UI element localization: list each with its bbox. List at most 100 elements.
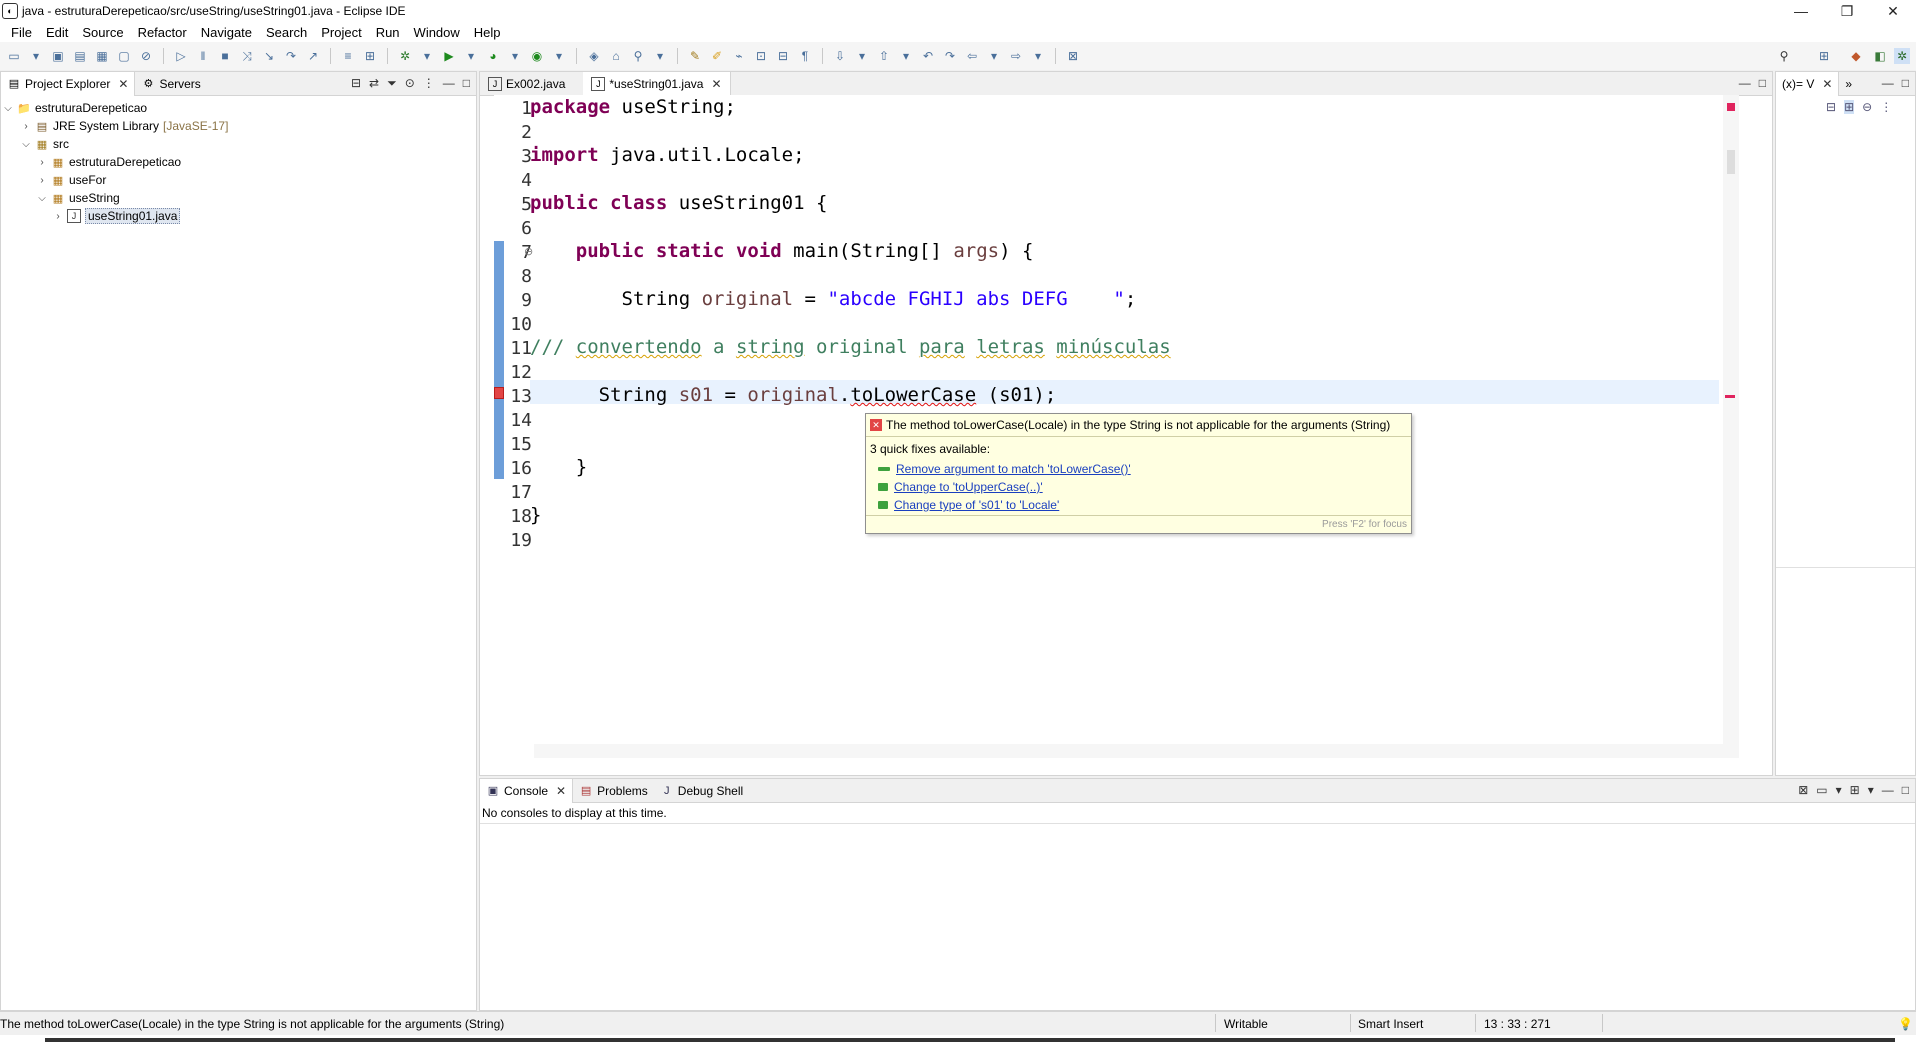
- quick-fix-link[interactable]: Change type of 's01' to 'Locale': [894, 498, 1059, 512]
- pin-editor-icon[interactable]: ⊠: [1065, 48, 1081, 64]
- menu-help[interactable]: Help: [467, 25, 508, 40]
- minimize-button[interactable]: —: [1778, 0, 1824, 22]
- tree-item-project[interactable]: ⌵ 📁 estruturaDerepeticao: [3, 99, 147, 117]
- tree-item-package-estrutura[interactable]: › ▦ estruturaDerepeticao: [37, 153, 181, 171]
- menu-navigate[interactable]: Navigate: [194, 25, 259, 40]
- forward-dropdown-icon[interactable]: ▾: [1030, 48, 1046, 64]
- forward-icon[interactable]: ⇨: [1008, 48, 1024, 64]
- step-return-icon[interactable]: ↗: [305, 48, 321, 64]
- word-wrap-icon[interactable]: ≡: [340, 48, 356, 64]
- suspend-icon[interactable]: ‖: [195, 48, 211, 64]
- collapsed-icon[interactable]: ›: [37, 157, 47, 168]
- collapse-all-icon[interactable]: ⊟: [351, 76, 361, 91]
- toggle-block-icon[interactable]: ⊟: [775, 48, 791, 64]
- tab-project-explorer[interactable]: ▤ Project Explorer ✕: [1, 71, 136, 96]
- external-tools-icon[interactable]: ◉: [529, 48, 545, 64]
- maximize-view-icon[interactable]: □: [1759, 76, 1766, 90]
- menu-edit[interactable]: Edit: [39, 25, 75, 40]
- run-icon[interactable]: ▶: [441, 48, 457, 64]
- disconnect-icon[interactable]: ⤨: [239, 48, 255, 64]
- tab-servers[interactable]: ⚙ Servers: [135, 72, 206, 96]
- pilcrow-icon[interactable]: ¶: [797, 48, 813, 64]
- editor-horizontal-scrollbar[interactable]: [534, 744, 1723, 758]
- collapse-all-icon[interactable]: ⊖: [1862, 100, 1872, 114]
- pin-console-icon[interactable]: ⊠: [1798, 783, 1808, 797]
- close-window-button[interactable]: ✕: [1870, 0, 1916, 22]
- show-logical-structure-icon[interactable]: ⊞: [1844, 100, 1855, 114]
- error-overview-marker[interactable]: [1725, 395, 1735, 398]
- open-dropdown-icon[interactable]: ▾: [28, 48, 44, 64]
- maximize-view-icon[interactable]: □: [1902, 783, 1909, 797]
- java-ee-perspective-icon[interactable]: ◆: [1848, 48, 1864, 64]
- open-console-icon[interactable]: ⊞: [1850, 783, 1860, 797]
- tree-item-jre-library[interactable]: › ▤ JRE System Library [JavaSE-17]: [21, 117, 228, 135]
- view-overflow-icon[interactable]: »: [1845, 77, 1852, 91]
- coverage-icon[interactable]: ◕: [485, 48, 501, 64]
- menu-project[interactable]: Project: [314, 25, 368, 40]
- filter-icon[interactable]: ⏷: [387, 76, 397, 91]
- view-menu-icon[interactable]: ⋮: [1880, 100, 1892, 114]
- expanded-icon[interactable]: ⌵: [3, 103, 13, 114]
- tab-console[interactable]: ▣ Console ✕: [480, 778, 574, 803]
- coverage-dropdown-icon[interactable]: ▾: [507, 48, 523, 64]
- menu-source[interactable]: Source: [75, 25, 130, 40]
- search-icon[interactable]: ⚲: [1776, 48, 1792, 64]
- new-icon[interactable]: ▭: [6, 48, 22, 64]
- minimize-view-icon[interactable]: —: [1739, 76, 1751, 90]
- run-dropdown-icon[interactable]: ▾: [463, 48, 479, 64]
- scroll-thumb[interactable]: [1727, 150, 1735, 174]
- quick-fix-remove-argument[interactable]: Remove argument to match 'toLowerCase()': [878, 462, 1131, 476]
- open-console-dropdown-icon[interactable]: ▾: [1868, 783, 1874, 797]
- focus-icon[interactable]: ⊙: [405, 76, 415, 91]
- terminal-icon[interactable]: ▢: [116, 48, 132, 64]
- quick-fix-change-type[interactable]: Change type of 's01' to 'Locale': [878, 498, 1059, 512]
- back-icon[interactable]: ⇦: [964, 48, 980, 64]
- print-icon[interactable]: ▦: [94, 48, 110, 64]
- step-over-icon[interactable]: ↷: [283, 48, 299, 64]
- debug-icon[interactable]: ✲: [397, 48, 413, 64]
- quick-fix-change-to-uppercase[interactable]: Change to 'toUpperCase(..)': [878, 480, 1043, 494]
- tree-item-usestring01-java[interactable]: › J useString01.java: [53, 207, 181, 225]
- breadcrumb-icon[interactable]: ⌁: [731, 48, 747, 64]
- error-marker-icon[interactable]: [494, 387, 504, 399]
- restore-button[interactable]: ❐: [1824, 0, 1870, 22]
- tab-usestring01-java[interactable]: J *useString01.java ✕: [583, 71, 731, 96]
- search-dropdown-icon[interactable]: ⚲: [630, 48, 646, 64]
- new-java-project-icon[interactable]: ◈: [586, 48, 602, 64]
- collapsed-icon[interactable]: ›: [37, 175, 47, 186]
- block-selection-icon[interactable]: ⊞: [362, 48, 378, 64]
- next-annotation-dropdown-icon[interactable]: ▾: [854, 48, 870, 64]
- collapsed-icon[interactable]: ›: [21, 121, 31, 132]
- minimize-view-icon[interactable]: —: [1882, 783, 1894, 797]
- tab-ex002-java[interactable]: J Ex002.java: [480, 72, 583, 96]
- next-annotation-icon[interactable]: ⇩: [832, 48, 848, 64]
- open-perspective-icon[interactable]: ⊞: [1816, 48, 1832, 64]
- open-type-icon[interactable]: ⌂: [608, 48, 624, 64]
- terminate-icon[interactable]: ■: [217, 48, 233, 64]
- last-edit-icon[interactable]: ↶: [920, 48, 936, 64]
- menu-file[interactable]: File: [4, 25, 39, 40]
- error-overview-marker[interactable]: [1727, 103, 1735, 111]
- menu-window[interactable]: Window: [407, 25, 467, 40]
- previous-annotation-icon[interactable]: ⇧: [876, 48, 892, 64]
- external-tools-dropdown-icon[interactable]: ▾: [551, 48, 567, 64]
- step-into-icon[interactable]: ↘: [261, 48, 277, 64]
- toggle-mark-occurrences-icon[interactable]: ✎: [687, 48, 703, 64]
- quick-fix-link[interactable]: Change to 'toUpperCase(..)': [894, 480, 1043, 494]
- maximize-view-icon[interactable]: □: [463, 76, 470, 91]
- show-whitespace-icon[interactable]: ⊡: [753, 48, 769, 64]
- quick-fix-link[interactable]: Remove argument to match 'toLowerCase()': [896, 462, 1131, 476]
- link-with-editor-icon[interactable]: ⇄: [369, 76, 379, 91]
- expanded-icon[interactable]: ⌵: [37, 193, 47, 204]
- menu-refactor[interactable]: Refactor: [131, 25, 194, 40]
- save-icon[interactable]: ▣: [50, 48, 66, 64]
- tab-problems[interactable]: ▤ Problems: [573, 779, 654, 803]
- menu-search[interactable]: Search: [259, 25, 314, 40]
- tree-item-src[interactable]: ⌵ ▦ src: [21, 135, 69, 153]
- tree-item-package-usestring[interactable]: ⌵ ▦ useString: [37, 189, 120, 207]
- display-console-dropdown-icon[interactable]: ▾: [1836, 783, 1842, 797]
- previous-annotation-dropdown-icon[interactable]: ▾: [898, 48, 914, 64]
- close-tab-icon[interactable]: ✕: [556, 784, 566, 798]
- maximize-view-icon[interactable]: □: [1902, 76, 1909, 90]
- java-perspective-icon[interactable]: ◧: [1872, 48, 1888, 64]
